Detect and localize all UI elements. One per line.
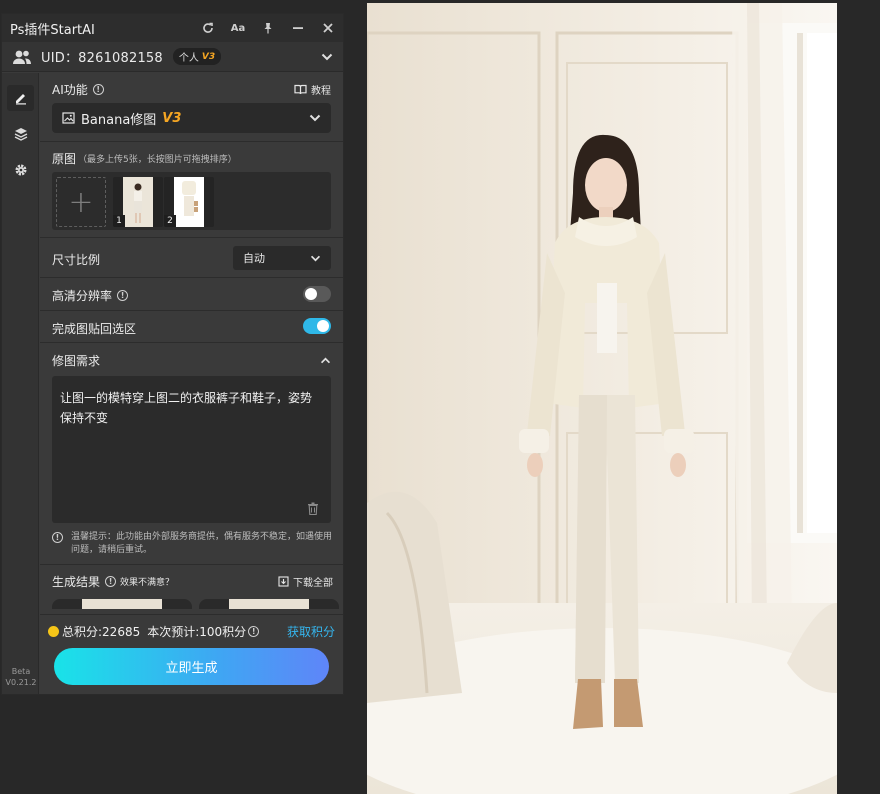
result-card[interactable] (52, 599, 192, 609)
get-points-link[interactable]: 获取积分 (287, 623, 335, 640)
sidebar-item-edit[interactable] (7, 85, 34, 111)
sidebar: Beta V0.21.2 (2, 73, 39, 694)
info-icon[interactable]: ! (105, 576, 117, 587)
canvas-image (367, 3, 837, 794)
edit-request-section: 修图需求 让图一的模特穿上图二的衣服裤子和鞋子，姿势保持不变 ! 温馨提示：此功… (40, 343, 343, 565)
book-icon (294, 84, 307, 95)
results-label: 生成结果 (52, 575, 101, 589)
ai-function-label: AI功能 (52, 83, 88, 97)
image-edit-icon (62, 112, 75, 124)
aspect-ratio-label: 尺寸比例 (52, 253, 101, 267)
info-icon[interactable]: ! (248, 626, 260, 637)
download-icon (278, 576, 289, 587)
points-row: 总积分:22685 本次预计:100积分 ! 获取积分 (48, 623, 335, 640)
hd-resolution-section: 高清分辨率 ! (40, 278, 343, 311)
aspect-ratio-value: 自动 (243, 252, 265, 265)
total-points: 总积分:22685 (62, 625, 141, 639)
model-photo (367, 3, 837, 794)
ai-function-section: AI功能 ! 教程 Banana修图 V3 (40, 73, 343, 142)
source-images-section: 原图 （最多上传5张，长按图片可拖拽排序） + 1 2 (40, 142, 343, 238)
chevron-down-icon[interactable] (321, 53, 333, 61)
download-all-label: 下载全部 (293, 578, 333, 589)
ai-function-select[interactable]: Banana修图 V3 (52, 103, 331, 133)
coin-icon (48, 626, 59, 637)
thumb-number: 2 (164, 215, 176, 227)
info-icon[interactable]: ! (92, 84, 104, 95)
image-upload-box: + 1 2 (52, 172, 331, 230)
thumb-image (123, 177, 153, 227)
generate-button[interactable]: 立即生成 (54, 648, 329, 685)
service-notice: ! 温馨提示：此功能由外部服务商提供，偶有服务不稳定，如遇使用问题，请稍后重试。 (52, 531, 333, 557)
toggle-knob (317, 320, 329, 332)
aspect-ratio-section: 尺寸比例 自动 (40, 238, 343, 278)
results-section: 生成结果 ! 效果不满意？ 下载全部 (40, 565, 343, 615)
estimate-points: 本次预计:100积分 (147, 625, 247, 639)
chevron-down-icon (309, 114, 321, 122)
result-preview (82, 599, 162, 609)
users-icon (13, 50, 31, 64)
layers-icon (14, 128, 27, 141)
tutorial-label: 教程 (311, 86, 331, 97)
image-thumb[interactable]: 2 (164, 177, 214, 227)
version-number: V0.21.2 (5, 678, 37, 687)
paste-back-section: 完成图贴回选区 (40, 311, 343, 343)
account-row[interactable]: UID：8261082158 个人 V3 (2, 42, 343, 72)
trash-icon[interactable] (307, 502, 319, 515)
version-beta: Beta (11, 667, 31, 676)
edit-request-label: 修图需求 (52, 354, 101, 368)
version-label: Beta V0.21.2 (4, 666, 38, 688)
hd-resolution-label: 高清分辨率 (52, 289, 113, 303)
thumb-number: 1 (113, 215, 125, 227)
edit-request-textarea[interactable]: 让图一的模特穿上图二的衣服裤子和鞋子，姿势保持不变 (52, 376, 331, 523)
edit-request-text: 让图一的模特穿上图二的衣服裤子和鞋子，姿势保持不变 (60, 391, 313, 425)
plan-version: V3 (201, 51, 216, 62)
title-bar: Ps插件StartAI Aa (2, 14, 343, 42)
tutorial-link[interactable]: 教程 (294, 82, 331, 97)
sidebar-item-settings[interactable] (7, 157, 34, 183)
thumb-image (174, 177, 204, 227)
paste-back-label: 完成图贴回选区 (52, 322, 137, 336)
add-image-button[interactable]: + (56, 177, 106, 227)
pencil-icon (15, 94, 26, 105)
result-card[interactable] (199, 599, 339, 609)
ai-function-version: V3 (162, 110, 182, 126)
source-images-hint: （最多上传5张，长按图片可拖拽排序） (78, 155, 237, 165)
ai-function-selected: Banana修图 (81, 112, 157, 128)
unsatisfied-link[interactable]: 效果不满意？ (120, 575, 174, 588)
startai-plugin-panel: Ps插件StartAI Aa UID：8261082158 个人 V3 Beta… (1, 13, 344, 695)
aspect-ratio-select[interactable]: 自动 (233, 246, 331, 270)
download-all-button[interactable]: 下载全部 (278, 574, 333, 589)
source-images-label: 原图 (52, 152, 77, 166)
window-title: Ps插件StartAI (10, 22, 95, 38)
service-notice-text: 温馨提示：此功能由外部服务商提供，偶有服务不稳定，如遇使用问题，请稍后重试。 (71, 532, 333, 555)
pin-icon[interactable] (261, 21, 275, 35)
chevron-up-icon[interactable] (320, 357, 331, 364)
info-icon: ! (52, 532, 63, 543)
refresh-icon[interactable] (201, 21, 215, 35)
sidebar-item-layers[interactable] (7, 121, 34, 147)
gear-icon (15, 164, 26, 176)
image-thumb[interactable]: 1 (113, 177, 163, 227)
hd-resolution-toggle[interactable] (303, 286, 331, 302)
result-preview (229, 599, 309, 609)
plan-label: 个人 (178, 53, 199, 64)
plan-badge: 个人 V3 (172, 48, 222, 65)
chevron-down-icon (310, 255, 321, 261)
font-size-icon[interactable]: Aa (231, 21, 246, 35)
uid-text: UID：8261082158 (41, 51, 163, 66)
footer: 总积分:22685 本次预计:100积分 ! 获取积分 立即生成 (40, 614, 343, 694)
paste-back-toggle[interactable] (303, 318, 331, 334)
minimize-icon[interactable] (291, 21, 305, 35)
toggle-knob (305, 288, 317, 300)
info-icon[interactable]: ! (117, 290, 129, 301)
close-icon[interactable] (321, 21, 335, 35)
